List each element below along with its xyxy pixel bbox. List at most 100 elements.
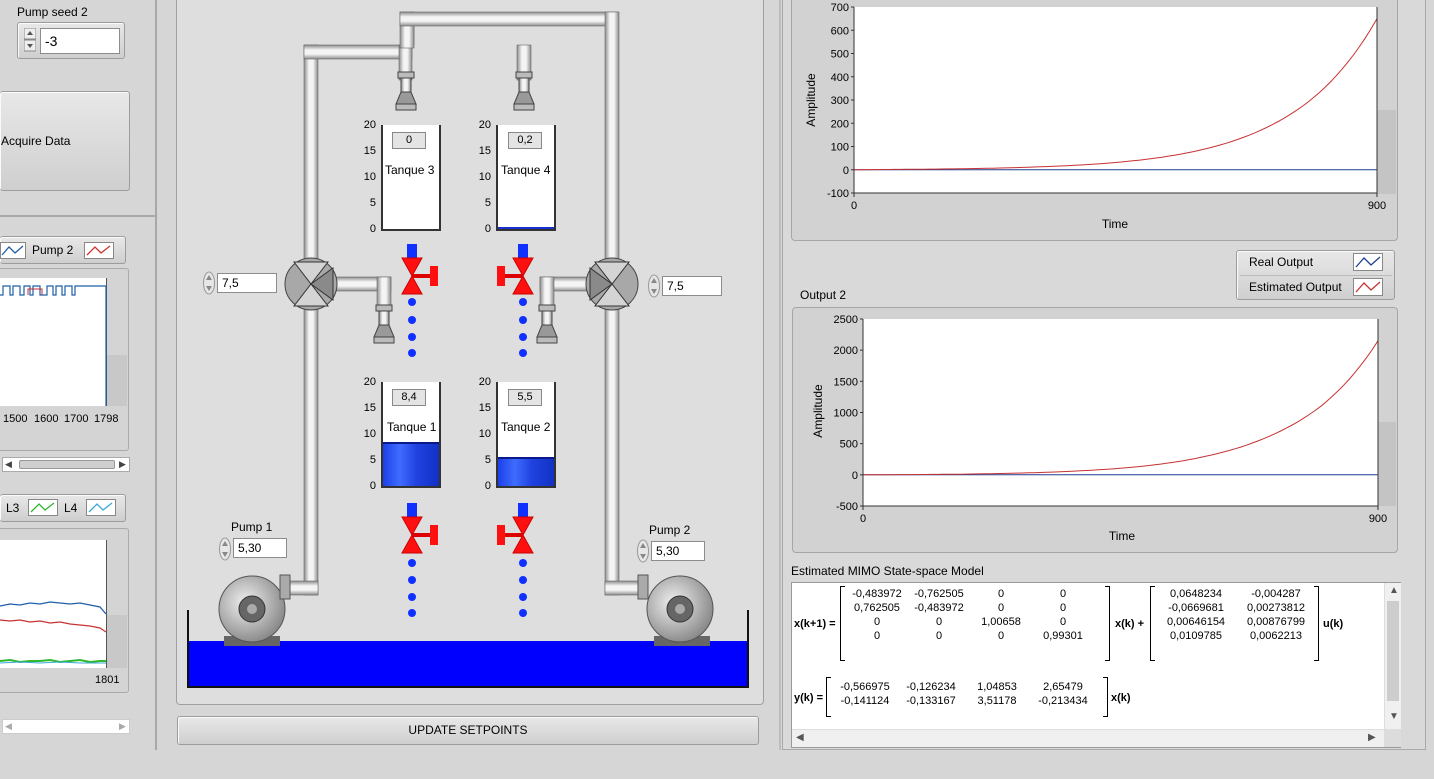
pipe <box>604 580 642 596</box>
scroll-left-icon[interactable]: ◀ <box>796 732 804 743</box>
scroll-up-icon[interactable]: ▲ <box>1389 585 1399 596</box>
x-tick-label: 900 <box>1369 513 1387 525</box>
pump2-icon[interactable] <box>637 574 714 646</box>
scroll-thumb[interactable] <box>19 460 115 469</box>
matrix-a-row: 0 0 0 0,99301 <box>873 630 1083 642</box>
scroll-right-icon[interactable]: ▶ <box>119 459 126 470</box>
legend-l4-label: L4 <box>64 501 78 515</box>
drain-valve-tank1-icon[interactable] <box>401 503 438 617</box>
x-tick-label: 0 <box>851 200 857 212</box>
tank1-fill <box>383 442 439 486</box>
model-horizontal-scrollbar[interactable]: ◀ ▶ <box>792 729 1384 747</box>
right-divider <box>779 0 781 750</box>
update-setpoints-button[interactable]: UPDATE SETPOINTS <box>177 716 759 745</box>
matrix-b-row: 0,0648234 -0,004287 <box>1170 588 1301 600</box>
legend-swatch-l4-icon[interactable] <box>86 499 116 516</box>
matrix-b-bracket-left <box>1150 586 1155 661</box>
left-divider <box>0 215 156 217</box>
tank3-name: Tanque 3 <box>385 163 435 177</box>
top-mini-chart-scrollpad <box>107 355 127 406</box>
drain-valve-tank4-icon[interactable] <box>497 244 534 357</box>
legend-estimated-output-swatch-icon[interactable] <box>1353 278 1383 296</box>
drain-valve-tank2-icon[interactable] <box>497 503 534 617</box>
nozzle-tank1-icon <box>373 304 395 344</box>
xk1-label: x(k+1) = <box>794 618 836 630</box>
valve-right-stepper[interactable] <box>648 274 660 298</box>
x-tick-label: 900 <box>1368 200 1386 212</box>
pump2-label: Pump 2 <box>649 523 691 537</box>
bottom-chart-xtick: 1801 <box>95 674 120 686</box>
drain-valve-tank3-icon[interactable] <box>401 244 438 357</box>
top-chart-xtick-1500: 1500 <box>3 413 28 425</box>
pump1-label: Pump 1 <box>231 520 273 534</box>
y-tick-label: 0 <box>843 165 849 177</box>
pump2-input[interactable]: 5,30 <box>651 541 705 561</box>
y-tick-label: 2500 <box>834 314 858 326</box>
legend-swatch-pump2-icon[interactable] <box>84 242 114 259</box>
top-mini-chart-plot <box>0 278 107 406</box>
y-tick-label: -500 <box>836 501 858 513</box>
output2-title: Output 2 <box>800 288 847 302</box>
legend-pump2-label: Pump 2 <box>32 243 74 257</box>
valve-left-input[interactable]: 7,5 <box>217 273 277 293</box>
left-column: Pump seed 2 -3 Acquire Data Pump 2 1500 … <box>0 0 160 750</box>
nozzle-tank2-icon <box>536 304 558 344</box>
matrix-c-row: -0,141124 -0,133167 3,51178 -0,213434 <box>840 695 1088 707</box>
legend-swatch-pump1-icon[interactable] <box>0 242 26 259</box>
pipe <box>287 580 319 596</box>
model-vertical-scrollbar[interactable]: ▲ ▼ <box>1384 583 1401 729</box>
tank4-value: 0,2 <box>508 132 542 149</box>
top-chart-xtick-1600: 1600 <box>34 413 59 425</box>
matrix-c-bracket-right <box>1103 677 1108 717</box>
scroll-down-icon[interactable]: ▼ <box>1389 711 1399 722</box>
scroll-left-icon[interactable]: ◀ <box>5 459 12 470</box>
nozzle-tank4-icon <box>513 71 535 111</box>
tank1-name: Tanque 1 <box>387 420 437 434</box>
legend-swatch-l3-icon[interactable] <box>28 499 58 516</box>
uk-label: u(k) <box>1323 618 1344 630</box>
bottom-chart-scrollbar[interactable]: ◀ ▶ <box>2 719 130 734</box>
left-vertical-divider <box>155 0 157 750</box>
tank2-fill <box>498 457 554 486</box>
xk-label-1: x(k) + <box>1115 618 1145 630</box>
matrix-b-row: 0,0109785 0,0062213 <box>1170 630 1302 642</box>
pump-seed-input[interactable]: -3 <box>40 28 120 54</box>
legend-real-output-swatch-icon[interactable] <box>1353 253 1383 271</box>
legend-estimated-output-label: Estimated Output <box>1249 280 1342 294</box>
y-tick-label: 700 <box>831 2 849 14</box>
y-tick-label: 1500 <box>834 376 858 388</box>
valve-right-input[interactable]: 7,5 <box>662 276 722 296</box>
output1-chart: 7006005004003002001000-100 0 900 Amplitud… <box>804 2 1386 231</box>
matrix-a-row: 0,762505 -0,483972 0 0 <box>854 602 1067 614</box>
pump1-stepper[interactable] <box>219 537 231 561</box>
scroll-right-icon[interactable]: ▶ <box>119 721 126 732</box>
y-tick-label: 600 <box>831 25 849 37</box>
scroll-left-icon[interactable]: ◀ <box>5 721 12 732</box>
top-chart-scrollbar[interactable]: ◀ ▶ <box>2 457 130 472</box>
pump1-icon[interactable] <box>218 574 291 646</box>
scroll-thumb[interactable] <box>1387 601 1399 701</box>
output1-plot-area <box>854 7 1377 193</box>
three-way-valve-right-icon[interactable] <box>585 257 639 311</box>
matrix-b-row: -0,0669681 0,00273812 <box>1168 602 1306 614</box>
top-chart-xtick-1798: 1798 <box>94 413 119 425</box>
tank2-name: Tanque 2 <box>501 420 551 434</box>
pump1-input[interactable]: 5,30 <box>233 538 287 558</box>
nozzle-tank3-icon <box>395 71 417 111</box>
valve-left-stepper[interactable] <box>203 271 215 295</box>
bottom-mini-chart-scrollpad <box>107 615 127 668</box>
output2-plot-area <box>863 319 1378 506</box>
pump-seed-stepper[interactable] <box>23 27 37 52</box>
three-way-valve-left-icon[interactable] <box>284 257 338 311</box>
matrix-a-bracket-right <box>1105 586 1110 661</box>
legend-l3-label: L3 <box>6 501 20 515</box>
y-tick-label: 300 <box>831 95 849 107</box>
y-tick-label: -100 <box>827 188 849 200</box>
y-tick-label: 1000 <box>834 408 858 420</box>
y-tick-label: 500 <box>831 49 849 61</box>
pump2-stepper[interactable] <box>637 539 649 563</box>
scroll-right-icon[interactable]: ▶ <box>1368 732 1376 743</box>
pipe <box>303 44 413 60</box>
y-tick-label: 400 <box>831 72 849 84</box>
top-chart-xtick-1700: 1700 <box>64 413 89 425</box>
